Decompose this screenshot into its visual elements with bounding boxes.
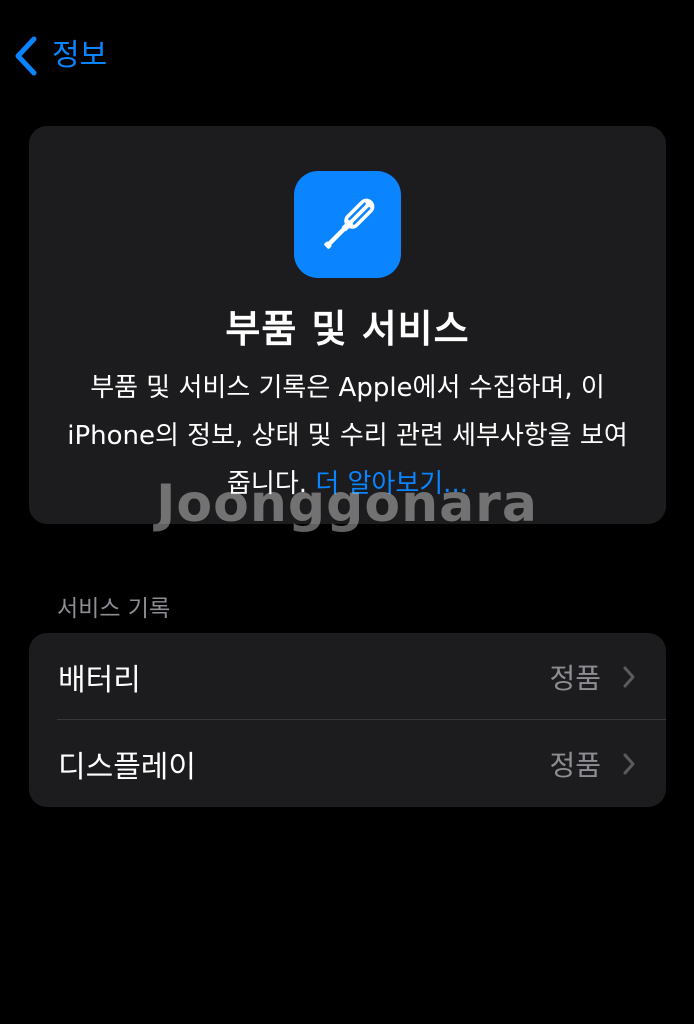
chevron-right-icon [623, 753, 635, 775]
hero-description: 부품 및 서비스 기록은 Apple에서 수집하며, 이 iPhone의 정보,… [59, 364, 636, 508]
screwdriver-icon [323, 198, 374, 249]
chevron-left-icon [15, 36, 37, 76]
page-title: 부품 및 서비스 [225, 307, 470, 351]
section-header-service-history: 서비스 기록 [57, 596, 171, 622]
chevron-right-icon [623, 666, 635, 688]
back-label: 정보 [52, 38, 108, 73]
parts-and-service-card: 부품 및 서비스 부품 및 서비스 기록은 Apple에서 수집하며, 이 iP… [29, 126, 666, 524]
list-item-battery[interactable]: 배터리 정품 [29, 633, 666, 720]
row-status: 정품 [549, 748, 601, 782]
learn-more-link[interactable]: 더 알아보기... [315, 469, 468, 499]
app-icon [294, 171, 401, 278]
service-history-list: 배터리 정품 디스플레이 정품 [29, 633, 666, 807]
list-item-display[interactable]: 디스플레이 정품 [29, 720, 666, 807]
row-label: 배터리 [58, 662, 141, 698]
row-status: 정품 [549, 661, 601, 695]
row-label: 디스플레이 [58, 749, 196, 785]
back-button[interactable]: 정보 [14, 34, 107, 78]
